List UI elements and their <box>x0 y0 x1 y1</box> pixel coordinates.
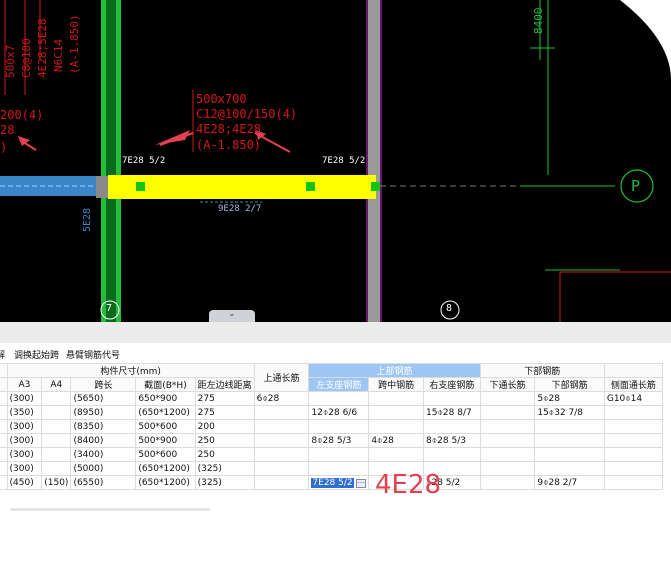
toolbar-item-0[interactable]: 解 <box>0 348 5 361</box>
beam-under-left-label: 5E28 <box>82 207 93 232</box>
hdr-side <box>603 363 664 378</box>
left-partial-2: ) <box>0 140 8 154</box>
center-annot-3: (A-1.850) <box>196 138 262 152</box>
table-toolbar: 解 调换起始跨 悬臂钢筋代号 <box>0 343 671 363</box>
table-row[interactable]: ) (350) (8950)(650*1200) 275 12⌽28 6/6 1… <box>0 405 664 420</box>
col-a4: A4 <box>41 377 72 392</box>
axis-label-8: 8 <box>446 303 453 314</box>
left-partial-0: 200(4) <box>0 108 44 122</box>
overlay-annotation: 4E28 <box>375 470 442 500</box>
editing-cell[interactable]: 7E28 5/2 ··· <box>308 475 370 490</box>
beam-top-right-label: 7E28 5/2 <box>322 156 366 166</box>
col-side-long: 侧面通长筋 <box>603 377 664 392</box>
left-vert-1: C8@100 <box>20 38 33 78</box>
table-row[interactable]: ) (300) (5650)650*900 2756⌽28 5⌽28G10⌽14 <box>0 391 664 406</box>
center-annot-0: 500x700 <box>196 92 247 106</box>
center-annot-1: C12@100/150(4) <box>196 107 298 121</box>
beam-selected <box>108 175 376 199</box>
col-span-length: 跨长 <box>70 377 137 392</box>
cell-edit-input[interactable]: 7E28 5/2 <box>311 477 354 488</box>
table-row-active[interactable]: ) (450)(150) (6550)(650*1200) (325) 7E28… <box>0 475 664 490</box>
panel-collapse-handle[interactable]: ⌄ <box>209 309 255 322</box>
beam-top-left-label: 7E28 5/2 <box>122 156 166 166</box>
ellipsis-button[interactable]: ··· <box>355 478 367 488</box>
horizontal-scrollbar[interactable] <box>10 508 210 511</box>
column-grey <box>368 0 380 322</box>
col-left-support: 左支座钢筋 <box>308 377 370 392</box>
table-row[interactable]: ) (300) (5000)(650*1200) (325) <box>0 461 664 476</box>
axis-label-7: 7 <box>106 303 113 314</box>
axis-label-p: P <box>631 177 641 195</box>
table-row[interactable]: ) (300) (8400)500*900 250 8⌽28 5/34⌽28 8… <box>0 433 664 448</box>
hdr-bottom-rebar: 下部钢筋 <box>479 363 605 378</box>
toolbar-swap-start-span[interactable]: 调换起始跨 <box>14 348 59 361</box>
left-vert-text: 500x7 C8@100 4E28;5E28 N6C14 (A-1.850) <box>0 0 120 80</box>
toolbar-cantilever-code[interactable]: 悬臂钢筋代号 <box>66 348 120 361</box>
col-mid-span: 跨中钢筋 <box>368 377 425 392</box>
hdr-top-long: 上通长筋 <box>253 363 310 392</box>
col-left-offset: 距左边线距离 <box>194 377 255 392</box>
left-vert-4: (A-1.850) <box>68 14 81 74</box>
table-row[interactable]: ) (300) (3400)500*600 250 <box>0 447 664 462</box>
dim-vertical: 8400 <box>532 7 545 35</box>
beam-bottom-label: 9E28 2/7 <box>218 204 262 214</box>
center-annot-2: 4E28;4E28 <box>196 122 262 136</box>
col-right-support: 右支座钢筋 <box>423 377 481 392</box>
hdr-top-rebar: 上部钢筋 <box>308 363 481 378</box>
left-vert-3: N6C14 <box>52 38 65 72</box>
chevron-down-icon: ⌄ <box>228 309 236 319</box>
hdr-size: 构件尺寸(mm) <box>6 363 255 378</box>
col-section: 截面(B*H) <box>135 377 196 392</box>
rebar-table: 构件尺寸(mm) 上通长筋 上部钢筋 下部钢筋 A3 A4 跨长 截面(B*H)… <box>0 363 664 490</box>
left-vert-0: 500x7 <box>4 44 17 78</box>
col-bottom-long: 下通长筋 <box>479 377 536 392</box>
left-vert-2: 4E28;5E28 <box>36 18 49 78</box>
col-a3: A3 <box>6 377 43 392</box>
col-bottom-rebar: 下部钢筋 <box>534 377 605 392</box>
left-partial-1: 28 <box>0 123 15 137</box>
panel-divider <box>0 322 671 343</box>
table-row[interactable]: ) (300) (8350)500*600 200 <box>0 419 664 434</box>
